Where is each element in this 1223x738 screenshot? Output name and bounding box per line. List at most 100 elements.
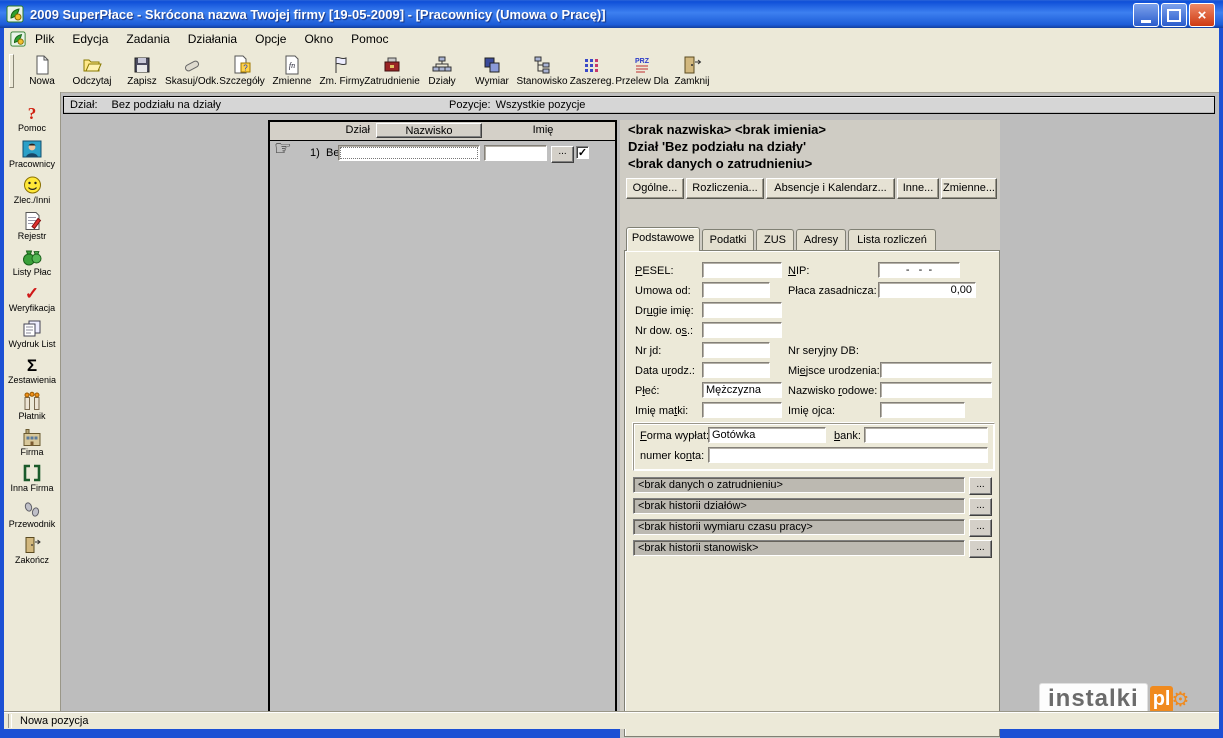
menu-opcje[interactable]: Opcje	[246, 29, 295, 49]
sidebar-item-zlec-inni[interactable]: Zlec./Inni	[4, 172, 60, 208]
sigma-icon: Σ	[27, 355, 37, 375]
menu-dzialania[interactable]: Działania	[179, 29, 246, 49]
sidebar-item-weryfikacja[interactable]: ✓ Weryfikacja	[4, 280, 60, 316]
sidebar-item-zestawienia[interactable]: Σ Zestawienia	[4, 352, 60, 388]
row-more-button[interactable]: ...	[551, 146, 574, 163]
toolbar-zatrudnienie-button[interactable]: Zatrudnienie	[367, 50, 417, 92]
plec-input[interactable]	[702, 382, 782, 398]
toolbar-przelew-button[interactable]: PRZ Przelew Dla	[617, 50, 667, 92]
row-active-checkbox[interactable]: ✓	[576, 146, 589, 159]
menu-zadania[interactable]: Zadania	[117, 29, 178, 49]
menu-okno[interactable]: Okno	[295, 29, 342, 49]
tab-podstawowe[interactable]: Podstawowe	[626, 227, 700, 251]
numer-konta-input[interactable]	[708, 447, 988, 463]
rozliczenia-button[interactable]: Rozliczenia...	[686, 178, 764, 199]
new-document-icon	[31, 55, 53, 75]
positions-history-button[interactable]: ...	[969, 540, 992, 558]
variables-document-icon: fn	[281, 55, 303, 75]
menu-edycja[interactable]: Edycja	[63, 29, 117, 49]
bank-input[interactable]	[864, 427, 988, 443]
toolbar-wymiar-button[interactable]: Wymiar	[467, 50, 517, 92]
nazwisko-rodowe-input[interactable]	[880, 382, 992, 398]
maximize-button[interactable]	[1161, 3, 1187, 27]
toolbar-zaszereg-button[interactable]: Zaszereg.	[567, 50, 617, 92]
detail-name-line: <brak nazwiska> <brak imienia>	[628, 122, 826, 137]
toolbar-zapisz-button[interactable]: Zapisz	[117, 50, 167, 92]
transfer-icon: PRZ	[631, 55, 653, 75]
tab-podatki[interactable]: Podatki	[702, 229, 754, 250]
departments-history-button[interactable]: ...	[969, 498, 992, 516]
toolbar-zamknij-button[interactable]: Zamknij	[667, 50, 717, 92]
nr-dow-input[interactable]	[702, 322, 782, 338]
toolbar-skasuj-button[interactable]: Skasuj/Odk.	[167, 50, 217, 92]
imie-ojca-input[interactable]	[880, 402, 965, 418]
toolbar-odczytaj-button[interactable]: Odczytaj	[67, 50, 117, 92]
sidebar-item-wydruk-list[interactable]: Wydruk List	[4, 316, 60, 352]
sidebar-item-zakoncz[interactable]: Zakończ	[4, 532, 60, 568]
tab-zus[interactable]: ZUS	[756, 229, 794, 250]
pesel-label: PESEL:	[635, 265, 674, 277]
zmienne-button[interactable]: Zmienne...	[941, 178, 997, 199]
miejsce-urodzenia-input[interactable]	[880, 362, 992, 378]
data-urodz-input[interactable]	[702, 362, 770, 378]
umowa-od-input[interactable]	[702, 282, 770, 298]
imie-matki-label: Imię matki:	[635, 405, 688, 417]
hand-pointer-icon: ☞	[274, 138, 292, 158]
maximize-icon	[1167, 9, 1181, 22]
mdi-child-icon[interactable]	[10, 31, 26, 47]
ogolne-button[interactable]: Ogólne...	[626, 178, 684, 199]
toolbar-stanowisko-button[interactable]: Stanowisko	[517, 50, 567, 92]
sidebar-item-przewodnik[interactable]: Przewodnik	[4, 496, 60, 532]
employment-history-button[interactable]: ...	[969, 477, 992, 495]
row-imie-input[interactable]	[484, 145, 547, 161]
sidebar-item-listy-plac[interactable]: Listy Płac	[4, 244, 60, 280]
placa-input[interactable]	[878, 282, 976, 298]
menu-bar: Plik Edycja Zadania Działania Opcje Okno…	[4, 28, 1219, 50]
toolbar-dzialy-button[interactable]: Działy	[417, 50, 467, 92]
tab-lista-rozliczen[interactable]: Lista rozliczeń	[848, 229, 936, 250]
toolbar-nowa-button[interactable]: Nowa	[17, 50, 67, 92]
instalki-watermark: instalki pl ⚙	[1039, 682, 1207, 716]
menu-pomoc[interactable]: Pomoc	[342, 29, 397, 49]
nr-jd-input[interactable]	[702, 342, 770, 358]
dzial-filter-value[interactable]: Bez podziału na działy	[112, 99, 221, 111]
sidebar-item-pomoc[interactable]: ? Pomoc	[4, 100, 60, 136]
sidebar-item-firma[interactable]: Firma	[4, 424, 60, 460]
pillars-icon	[22, 391, 42, 411]
inne-button[interactable]: Inne...	[897, 178, 939, 199]
gear-icon: ⚙	[1171, 687, 1189, 711]
column-nazwisko-button[interactable]: Nazwisko	[376, 123, 482, 138]
sidebar-item-inna-firma[interactable]: Inna Firma	[4, 460, 60, 496]
nr-jd-label: Nr jd:	[635, 345, 661, 357]
sidebar-item-pracownicy[interactable]: Pracownicy	[4, 136, 60, 172]
positions-history-bar: <brak historii stanowisk>	[633, 540, 965, 556]
column-dzial[interactable]: Dział	[310, 124, 370, 136]
toolbar-grip[interactable]	[9, 54, 14, 88]
toolbar-zmienne-button[interactable]: fn Zmienne	[267, 50, 317, 92]
absencje-button[interactable]: Absencje i Kalendarz...	[766, 178, 895, 199]
toolbar-szczegoly-button[interactable]: ? Szczegóły	[217, 50, 267, 92]
row-nazwisko-input[interactable]	[338, 145, 480, 161]
sidebar-item-platnik[interactable]: Płatnik	[4, 388, 60, 424]
nip-label: NIP:	[788, 265, 809, 277]
worktime-history-button[interactable]: ...	[969, 519, 992, 537]
svg-text:PRZ: PRZ	[635, 58, 650, 65]
drugie-imie-input[interactable]	[702, 302, 782, 318]
minimize-button[interactable]	[1133, 3, 1159, 27]
imie-matki-input[interactable]	[702, 402, 782, 418]
menu-plik[interactable]: Plik	[26, 29, 63, 49]
status-divider	[8, 714, 12, 728]
pesel-input[interactable]	[702, 262, 782, 278]
nip-input[interactable]	[878, 262, 960, 278]
column-imie[interactable]: Imię	[483, 124, 603, 136]
tab-adresy[interactable]: Adresy	[796, 229, 846, 250]
forma-wyplat-input[interactable]	[708, 427, 826, 443]
pozycje-filter-value[interactable]: Wszystkie pozycje	[496, 99, 586, 111]
close-button[interactable]: ×	[1189, 3, 1215, 27]
title-bar[interactable]: 2009 SuperPłace - Skrócona nazwa Twojej …	[0, 0, 1223, 28]
podstawowe-tab-page: PESEL: Umowa od: Drugie imię: Nr dow. os…	[624, 250, 1000, 737]
toolbar-zmfirmy-button[interactable]: Zm. Firmy	[317, 50, 367, 92]
status-text: Nowa pozycja	[20, 715, 88, 727]
sidebar-item-rejestr[interactable]: Rejestr	[4, 208, 60, 244]
employment-history-bar: <brak danych o zatrudnieniu>	[633, 477, 965, 493]
